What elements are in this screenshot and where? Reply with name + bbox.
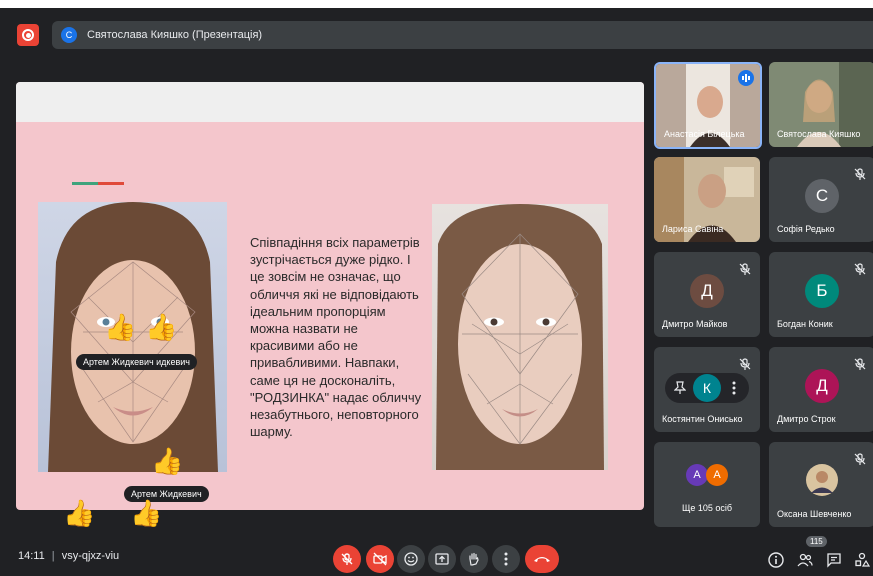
slide-text: Співпадіння всіх параметрів зустрічаєтьс… bbox=[250, 235, 422, 440]
mic-off-icon bbox=[854, 358, 866, 370]
slide-header bbox=[16, 82, 644, 122]
clock: 14:11 bbox=[18, 550, 45, 562]
camera-off-icon bbox=[373, 552, 387, 566]
participant-tile[interactable]: Лариса Савіна bbox=[654, 157, 760, 242]
more-options-icon[interactable] bbox=[732, 381, 736, 395]
reaction-thumbs-up-icon: 👍 bbox=[145, 312, 178, 342]
participant-avatar: Д bbox=[690, 274, 724, 308]
mic-off-icon bbox=[854, 453, 866, 465]
reaction-thumbs-up-icon: 👍 bbox=[104, 312, 137, 342]
more-vert-icon bbox=[504, 552, 508, 566]
meeting-code: vsy-qjxz-viu bbox=[61, 550, 120, 562]
participant-name: Дмитро Майков bbox=[662, 319, 728, 329]
present-icon bbox=[435, 553, 449, 565]
mic-off-icon bbox=[739, 358, 751, 370]
participant-name: Лариса Савіна bbox=[662, 224, 724, 234]
participant-name: Костянтин Онисько bbox=[662, 414, 743, 424]
slide-accent-line bbox=[72, 182, 124, 185]
participant-tile[interactable]: Б Богдан Коник bbox=[769, 252, 873, 337]
reactions-button[interactable] bbox=[397, 545, 425, 573]
presentation-title: Святослава Кияшко (Презентація) bbox=[87, 29, 263, 41]
participant-avatar: А bbox=[706, 464, 728, 486]
mic-off-icon bbox=[739, 263, 751, 275]
chat-icon[interactable] bbox=[826, 552, 842, 568]
pin-icon[interactable] bbox=[674, 381, 686, 395]
presenter-avatar: С bbox=[61, 27, 77, 43]
meeting-info: 14:11 | vsy-qjxz-viu bbox=[18, 550, 120, 562]
participant-tile[interactable]: Д Дмитро Строк bbox=[769, 347, 873, 432]
people-icon[interactable] bbox=[797, 552, 813, 568]
hang-up-icon bbox=[534, 557, 550, 562]
participant-avatar: А bbox=[686, 464, 708, 486]
participant-avatar: Д bbox=[805, 369, 839, 403]
reaction-thumbs-up-icon: 👍 bbox=[151, 446, 184, 476]
speaking-indicator-icon bbox=[738, 70, 754, 86]
more-options-button[interactable] bbox=[492, 545, 520, 573]
activities-icon[interactable] bbox=[854, 552, 870, 568]
mic-off-icon bbox=[854, 263, 866, 275]
participant-tile[interactable]: Д Дмитро Майков bbox=[654, 252, 760, 337]
participant-name: Софія Редько bbox=[777, 224, 835, 234]
participant-tile[interactable]: Оксана Шевченко bbox=[769, 442, 873, 527]
presentation-bar: С Святослава Кияшко (Презентація) bbox=[52, 21, 873, 49]
emoji-icon bbox=[404, 552, 418, 566]
participant-avatar: К bbox=[693, 374, 721, 402]
mic-off-icon bbox=[854, 168, 866, 180]
camera-toggle-button[interactable] bbox=[366, 545, 394, 573]
face-image-right bbox=[432, 204, 608, 470]
participant-avatar: Б bbox=[805, 274, 839, 308]
info-icon[interactable] bbox=[768, 552, 784, 568]
raise-hand-button[interactable] bbox=[460, 545, 488, 573]
reaction-thumbs-up-icon: 👍 bbox=[63, 498, 96, 528]
participant-avatar: С bbox=[805, 179, 839, 213]
participant-name: Богдан Коник bbox=[777, 319, 833, 329]
mic-off-icon bbox=[341, 553, 353, 565]
participant-tile[interactable]: Анастасія Білецька bbox=[654, 62, 762, 149]
participant-tile[interactable]: С Софія Редько bbox=[769, 157, 873, 242]
participant-tile-others[interactable]: А А Ще 105 осіб bbox=[654, 442, 760, 527]
end-call-button[interactable] bbox=[525, 545, 559, 573]
participant-count-badge: 115 bbox=[806, 536, 827, 547]
participant-name: Анастасія Білецька bbox=[664, 129, 745, 139]
reaction-thumbs-up-icon: 👍 bbox=[130, 498, 163, 528]
mic-toggle-button[interactable] bbox=[333, 545, 361, 573]
hand-icon bbox=[469, 552, 479, 566]
participant-photo-avatar bbox=[806, 464, 838, 496]
recording-icon[interactable] bbox=[17, 24, 39, 46]
participant-name: Оксана Шевченко bbox=[777, 509, 852, 519]
presentation-slide: Співпадіння всіх параметрів зустрічаєтьс… bbox=[16, 82, 644, 510]
reaction-name-tag: Артем Жидкевич идкевич bbox=[76, 354, 197, 370]
participant-tile[interactable]: Святослава Кияшко bbox=[769, 62, 873, 147]
meet-window: С Святослава Кияшко (Презентація) Співпа… bbox=[0, 8, 873, 576]
participant-tile[interactable]: К Костянтин Онисько bbox=[654, 347, 760, 432]
present-screen-button[interactable] bbox=[428, 545, 456, 573]
participant-name: Дмитро Строк bbox=[777, 414, 836, 424]
participant-name: Ще 105 осіб bbox=[681, 503, 733, 513]
participant-name: Святослава Кияшко bbox=[777, 129, 861, 139]
